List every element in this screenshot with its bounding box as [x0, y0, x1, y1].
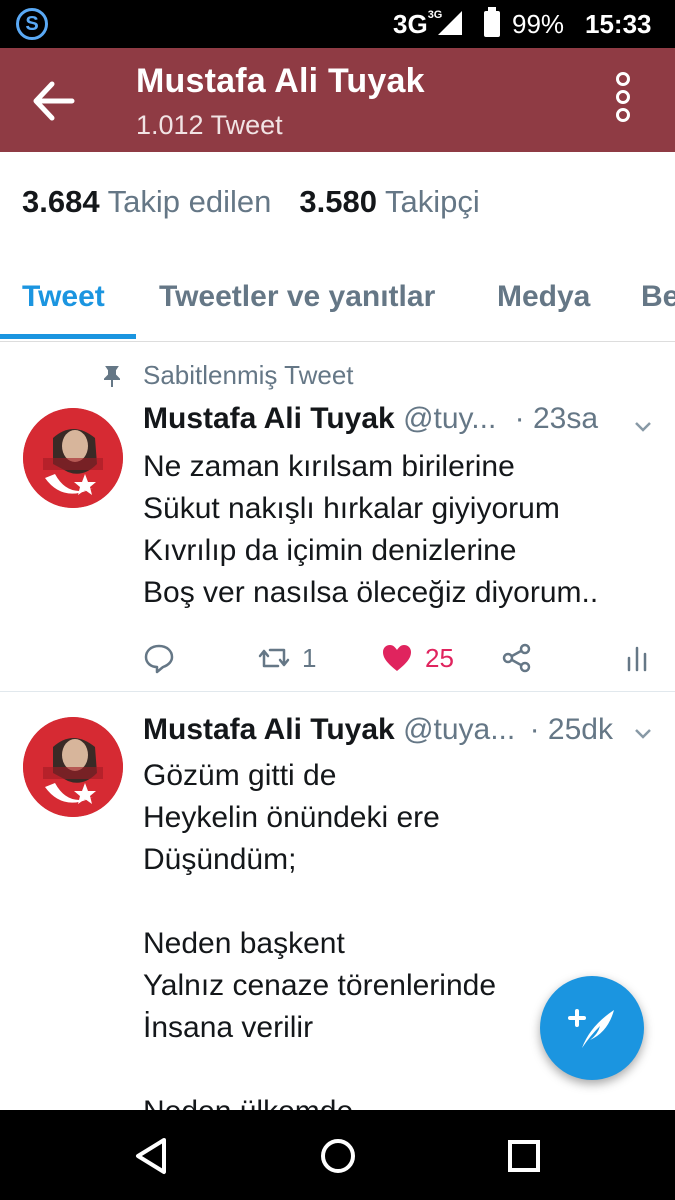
profile-header: Mustafa Ali Tuyak 1.012 Tweet	[0, 48, 675, 152]
avatar[interactable]	[23, 717, 123, 817]
tweet-pinned[interactable]: Mustafa Ali Tuyak @tuy... · 23sa Ne zama…	[0, 342, 675, 692]
heart-icon	[383, 645, 411, 671]
signal-icon	[438, 11, 462, 35]
profile-tabs: Tweet Tweetler ve yanıtlar Medya Be	[0, 262, 675, 342]
analytics-icon	[627, 646, 647, 672]
author-name[interactable]: Mustafa Ali Tuyak	[143, 402, 395, 435]
overflow-menu-icon[interactable]	[606, 72, 640, 130]
retweet-icon	[258, 648, 290, 668]
tweet-count: 1.012 Tweet	[136, 110, 283, 140]
tweet-header: Mustafa Ali Tuyak @tuy... · 23sa	[143, 402, 668, 436]
following-stat[interactable]: 3.684 Takip edilen	[22, 184, 271, 219]
tweet-text: Gözüm gitti de Heykelin önündeki ere Düş…	[143, 759, 496, 1128]
network-type: 3G3G	[393, 9, 443, 39]
app-notification-icon: S	[16, 8, 48, 40]
home-circle-icon[interactable]	[314, 1132, 362, 1180]
system-nav-bar	[0, 1110, 675, 1200]
clock: 15:33	[585, 9, 652, 39]
avatar[interactable]	[23, 408, 123, 508]
back-arrow-icon[interactable]	[30, 78, 76, 124]
followers-stat[interactable]: 3.580 Takipçi	[299, 184, 479, 219]
reply-button[interactable]	[143, 638, 175, 678]
tab-media[interactable]: Medya	[497, 280, 590, 314]
tweet-header: Mustafa Ali Tuyak @tuya... · 25dk	[143, 713, 668, 747]
author-handle: @tuya...	[403, 713, 516, 746]
compose-quill-icon	[568, 1009, 614, 1048]
like-button[interactable]: 25	[381, 638, 454, 678]
recents-square-icon[interactable]	[500, 1132, 548, 1180]
tab-tweets-and-replies[interactable]: Tweetler ve yanıtlar	[159, 280, 435, 314]
share-icon	[502, 643, 531, 673]
like-count: 25	[425, 642, 454, 673]
author-handle: @tuy...	[403, 402, 497, 435]
profile-name: Mustafa Ali Tuyak	[136, 62, 425, 100]
analytics-button[interactable]	[623, 638, 655, 678]
chevron-down-icon[interactable]	[634, 725, 652, 743]
compose-tweet-button[interactable]	[540, 976, 644, 1080]
battery-percent: 99%	[512, 9, 565, 39]
active-tab-indicator	[0, 334, 136, 339]
tweet-text: Ne zaman kırılsam birilerine Sükut nakış…	[143, 450, 599, 609]
retweet-count: 1	[302, 642, 317, 673]
status-bar: S 3G3G 99% 15:33	[0, 0, 675, 48]
reply-icon	[144, 644, 174, 674]
tab-likes[interactable]: Be	[641, 280, 675, 314]
tweet-time: · 23sa	[514, 402, 599, 435]
follow-stats: 3.684 Takip edilen 3.580 Takipçi	[22, 184, 480, 220]
back-triangle-icon[interactable]	[128, 1132, 176, 1180]
tab-tweet[interactable]: Tweet	[22, 280, 105, 314]
share-button[interactable]	[501, 638, 533, 678]
battery-icon	[484, 7, 500, 37]
author-name[interactable]: Mustafa Ali Tuyak	[143, 713, 395, 746]
tweet-actions: 1 25	[143, 638, 663, 678]
retweet-button[interactable]: 1	[258, 638, 316, 678]
tweet-time: · 25dk	[529, 713, 613, 746]
chevron-down-icon[interactable]	[634, 418, 652, 436]
